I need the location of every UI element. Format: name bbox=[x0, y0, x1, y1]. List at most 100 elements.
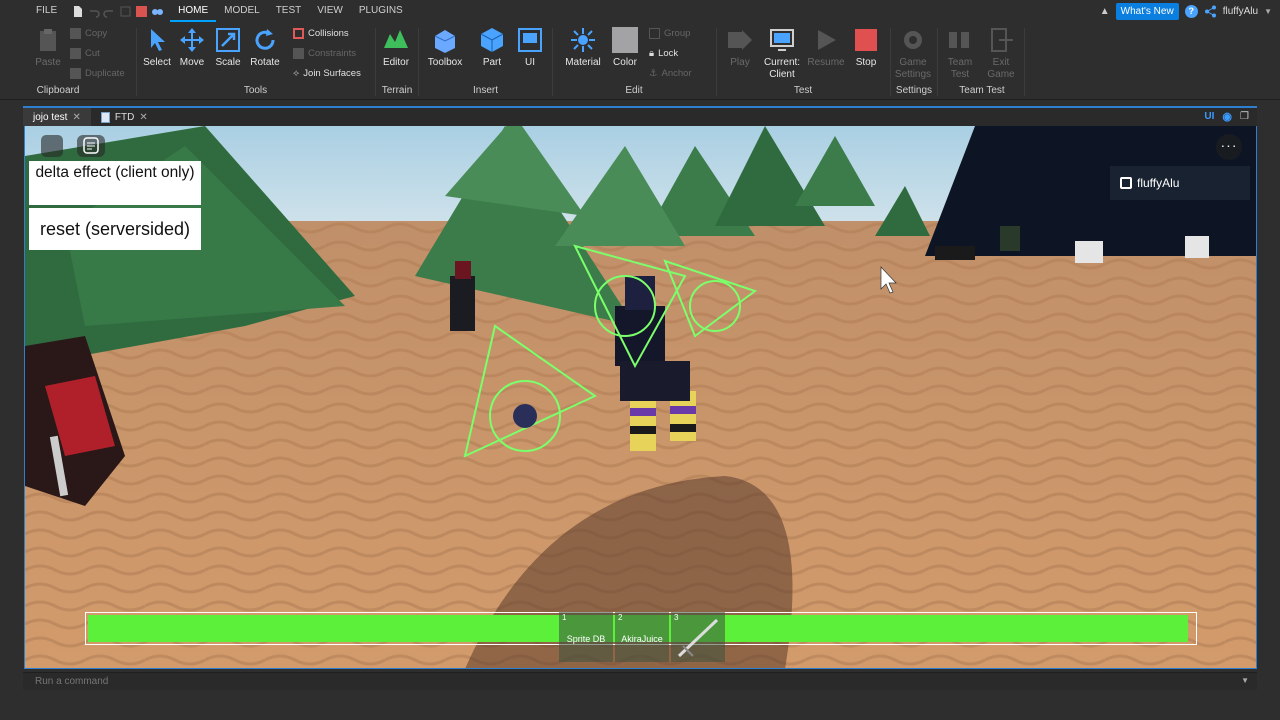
join-surfaces-toggle[interactable]: ⟡ Join Surfaces bbox=[293, 64, 361, 82]
tab-label: FTD bbox=[114, 111, 135, 123]
collapse-ribbon-icon[interactable]: ▲ bbox=[1100, 6, 1110, 17]
ribbon: Paste Copy Cut Duplicate Clipboard Selec… bbox=[0, 22, 1280, 100]
more-options-button[interactable]: ··· bbox=[1216, 134, 1242, 160]
command-bar: ▼ bbox=[23, 672, 1257, 690]
team-icon[interactable] bbox=[151, 5, 164, 18]
quick-access-toolbar bbox=[65, 5, 170, 18]
lock-icon: 🔒︎ bbox=[649, 47, 655, 59]
tab-ftd[interactable]: FTD ✕ bbox=[91, 108, 158, 126]
part-button[interactable]: Part bbox=[472, 26, 512, 69]
delta-effect-button[interactable]: delta effect (client only) bbox=[29, 161, 201, 205]
select-button[interactable]: Select bbox=[137, 26, 177, 69]
team-test-button[interactable]: Team Test bbox=[940, 26, 980, 81]
hotbar-slot-3[interactable]: 3 bbox=[671, 612, 725, 662]
lock-button[interactable]: 🔒︎ Lock bbox=[649, 44, 678, 62]
hotbar-slot-2[interactable]: 2 AkiraJuice bbox=[615, 612, 669, 662]
collisions-toggle[interactable]: Collisions bbox=[293, 24, 349, 42]
roblox-studio-window: { "menu": { "file": "FILE", "tabs": ["HO… bbox=[0, 0, 1280, 720]
roblox-menu-icon[interactable] bbox=[41, 135, 63, 157]
copy-button[interactable]: Copy bbox=[70, 24, 107, 42]
chevron-down-icon[interactable]: ▼ bbox=[1241, 676, 1249, 685]
group-button[interactable]: Group bbox=[649, 24, 690, 42]
chat-icon[interactable] bbox=[77, 135, 105, 157]
ui-visibility-toggle[interactable]: UI bbox=[1204, 111, 1214, 122]
play-icon bbox=[728, 30, 752, 50]
command-input[interactable] bbox=[35, 676, 1215, 687]
scale-button[interactable]: Scale bbox=[208, 26, 248, 69]
edit-label: Edit bbox=[625, 85, 643, 96]
paste-button[interactable]: Paste bbox=[28, 26, 68, 69]
toolbox-button[interactable]: Toolbox bbox=[425, 26, 465, 69]
tab-plugins[interactable]: PLUGINS bbox=[351, 0, 411, 22]
move-button[interactable]: Move bbox=[172, 26, 212, 69]
rotate-button[interactable]: Rotate bbox=[245, 26, 285, 69]
resume-button[interactable]: Resume bbox=[806, 26, 846, 69]
tab-test[interactable]: TEST bbox=[268, 0, 310, 22]
settings-group: Game Settings Settings bbox=[891, 22, 937, 100]
help-icon[interactable]: ? bbox=[1184, 4, 1198, 18]
current-client-button[interactable]: Current: Client bbox=[762, 26, 802, 81]
stop-icon[interactable] bbox=[135, 5, 148, 18]
script-icon bbox=[100, 111, 110, 123]
game-viewport[interactable]: delta effect (client only) reset (server… bbox=[24, 126, 1257, 669]
reset-button[interactable]: reset (serversided) bbox=[29, 208, 201, 250]
exit-icon bbox=[991, 28, 1013, 52]
tools-group: Select Move Scale Rotate Collisions Cons… bbox=[137, 22, 374, 100]
collisions-icon bbox=[293, 27, 304, 39]
hotbar-slot-1[interactable]: 1 Sprite DB bbox=[559, 612, 613, 662]
whats-new-button[interactable]: What's New bbox=[1115, 2, 1179, 20]
chevron-down-icon[interactable]: ▼ bbox=[1264, 7, 1272, 16]
duplicate-icon bbox=[70, 67, 81, 79]
constraints-icon bbox=[293, 47, 304, 59]
material-button[interactable]: Material bbox=[563, 26, 603, 69]
constraints-toggle[interactable]: Constraints bbox=[293, 44, 356, 62]
player-list-entry[interactable]: fluffyAlu bbox=[1110, 166, 1250, 200]
stop-button[interactable]: Stop bbox=[846, 26, 886, 69]
exit-game-button[interactable]: Exit Game bbox=[981, 26, 1021, 81]
toolbox-icon bbox=[434, 30, 456, 53]
undo-icon[interactable] bbox=[87, 5, 100, 18]
cursor-icon bbox=[151, 29, 165, 51]
new-file-icon[interactable] bbox=[71, 5, 84, 18]
ui-icon bbox=[518, 28, 542, 52]
gear-icon bbox=[904, 31, 922, 49]
username[interactable]: fluffyAlu bbox=[1223, 6, 1258, 17]
tab-jojo-test[interactable]: jojo test ✕ bbox=[23, 108, 91, 126]
edit-group: Material Color Group 🔒︎ Lock ⚓︎ Anchor Edi… bbox=[553, 22, 715, 100]
eye-icon[interactable]: ◉ bbox=[1222, 110, 1232, 123]
menu-bar: FILE HOME MODEL TEST VIEW PLUGINS ▲ What… bbox=[0, 0, 1280, 22]
restore-window-icon[interactable]: ❐ bbox=[1240, 111, 1249, 122]
game-settings-button[interactable]: Game Settings bbox=[893, 26, 933, 81]
play-button[interactable]: Play bbox=[720, 26, 760, 69]
redo-icon[interactable] bbox=[103, 5, 116, 18]
tab-label: jojo test bbox=[33, 111, 68, 123]
group-icon[interactable] bbox=[119, 5, 132, 18]
tab-model[interactable]: MODEL bbox=[216, 0, 268, 22]
color-button[interactable]: Color bbox=[605, 26, 645, 69]
tabs-right-controls: UI ◉ ❐ bbox=[1204, 110, 1249, 123]
join-surfaces-icon: ⟡ bbox=[293, 67, 300, 79]
share-icon[interactable] bbox=[1204, 5, 1217, 18]
rotate-icon bbox=[255, 29, 275, 50]
terrain-editor-button[interactable]: Editor bbox=[376, 26, 416, 69]
hotbar: 1 Sprite DB 2 AkiraJuice 3 bbox=[559, 612, 725, 662]
clipboard-group: Paste Copy Cut Duplicate Clipboard bbox=[28, 22, 138, 100]
tab-home[interactable]: HOME bbox=[170, 0, 217, 22]
test-label: Test bbox=[793, 85, 813, 96]
terrain-group: Editor Terrain bbox=[376, 22, 418, 100]
clipboard-label: Clipboard bbox=[36, 85, 80, 96]
duplicate-button[interactable]: Duplicate bbox=[70, 64, 125, 82]
file-menu[interactable]: FILE bbox=[0, 0, 65, 22]
ui-button[interactable]: UI bbox=[510, 26, 550, 69]
move-icon bbox=[180, 28, 204, 52]
tab-view[interactable]: VIEW bbox=[309, 0, 351, 22]
slot-name: AkiraJuice bbox=[621, 634, 663, 644]
close-icon[interactable]: ✕ bbox=[72, 112, 80, 123]
close-icon[interactable]: ✕ bbox=[139, 112, 147, 123]
anchor-button[interactable]: ⚓︎ Anchor bbox=[649, 64, 692, 82]
tools-label: Tools bbox=[243, 85, 268, 96]
anchor-icon: ⚓︎ bbox=[649, 67, 658, 79]
copy-icon bbox=[70, 27, 81, 39]
monitor-icon bbox=[770, 29, 794, 51]
cut-button[interactable]: Cut bbox=[70, 44, 100, 62]
